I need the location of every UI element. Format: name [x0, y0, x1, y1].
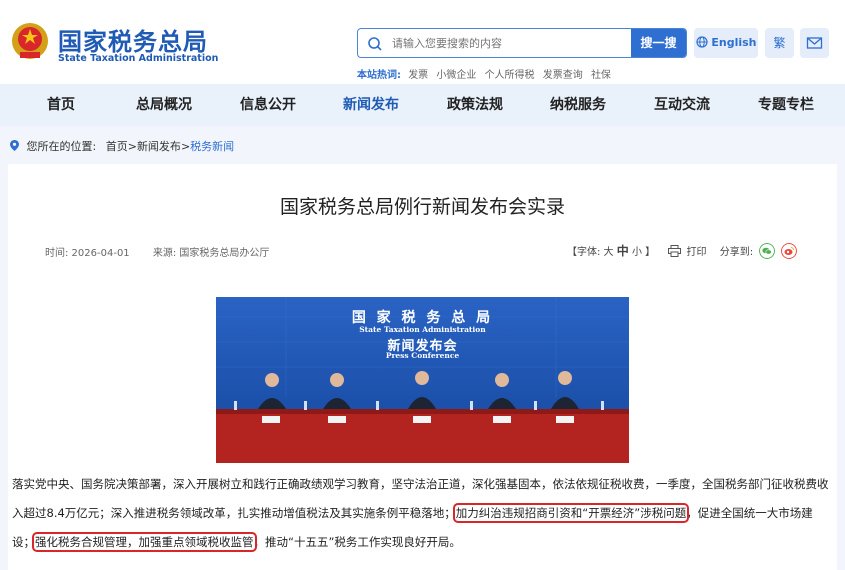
- mail-button[interactable]: [800, 28, 829, 58]
- english-label: English: [711, 36, 757, 49]
- nav-item-topics[interactable]: 专题专栏: [752, 84, 820, 126]
- hot-keyword[interactable]: 社保: [591, 70, 611, 81]
- hot-keyword[interactable]: 发票查询: [543, 70, 583, 81]
- hot-keyword[interactable]: 发票: [408, 70, 428, 81]
- breadcrumb-section[interactable]: 新闻发布: [137, 140, 181, 153]
- print-icon[interactable]: [668, 245, 682, 257]
- search-icon: [368, 37, 382, 51]
- photo-title-cn: 国 家 税 务 总 局: [351, 310, 494, 326]
- search-input[interactable]: [392, 29, 632, 57]
- nav-item-tax-service[interactable]: 纳税服务: [544, 84, 612, 126]
- font-size-label[interactable]: 【字体: 大: [567, 247, 614, 258]
- site-name-en: State Taxation Administration: [58, 53, 219, 64]
- mail-icon: [806, 37, 823, 49]
- body-text-part: ，推动“十五五”税务工作实现良好开局。: [253, 535, 461, 549]
- breadcrumb-label: 您所在的位置:: [26, 140, 97, 153]
- breadcrumb: 您所在的位置: 首页>新闻发布>税务新闻: [10, 138, 234, 154]
- search-box: 搜一搜: [357, 28, 687, 58]
- highlighted-text: 加力纠治违规招商引资和“开票经济”涉税问题: [452, 503, 690, 523]
- share-label: 分享到:: [719, 247, 754, 258]
- breadcrumb-separator: >: [127, 140, 137, 153]
- nav-item-policy[interactable]: 政策法规: [441, 84, 509, 126]
- article-title: 国家税务总局例行新闻发布会实录: [279, 196, 565, 218]
- photo-subtitle-en: Press Conference: [385, 351, 460, 360]
- nav-item-overview[interactable]: 总局概况: [130, 84, 198, 126]
- hot-keyword[interactable]: 个人所得税: [485, 70, 535, 81]
- press-conference-photo: 国 家 税 务 总 局 State Taxation Administratio…: [216, 297, 629, 463]
- traditional-chinese-button[interactable]: 繁: [765, 28, 794, 58]
- wechat-share-icon[interactable]: [759, 243, 776, 259]
- search-button[interactable]: 搜一搜: [631, 29, 686, 57]
- article-meta: 时间: 2026-04-01 来源: 国家税务总局办公厅: [45, 244, 289, 259]
- hot-keywords: 本站热词: 发票 小微企业 个人所得税 发票查询 社保: [357, 66, 616, 81]
- article-date: 时间: 2026-04-01: [45, 248, 130, 259]
- hot-keywords-label: 本站热词:: [357, 70, 401, 81]
- article-tools: 【字体: 大 中 小 】 打印 分享到:: [567, 242, 798, 259]
- english-button[interactable]: English: [694, 28, 758, 58]
- main-nav: 首页 总局概况 信息公开 新闻发布 政策法规 纳税服务 互动交流 专题专栏: [0, 84, 845, 126]
- article-source: 来源: 国家税务总局办公厅: [152, 248, 270, 259]
- breadcrumb-current[interactable]: 税务新闻: [190, 140, 234, 153]
- nav-item-public-info[interactable]: 信息公开: [234, 84, 302, 126]
- site-header: 国家税务总局 State Taxation Administration 搜一搜…: [0, 0, 845, 84]
- print-button[interactable]: 打印: [687, 247, 707, 258]
- national-emblem-icon[interactable]: [10, 19, 50, 63]
- nav-item-interaction[interactable]: 互动交流: [648, 84, 716, 126]
- globe-icon: [695, 36, 708, 48]
- photo-title-en: State Taxation Administration: [359, 325, 486, 334]
- nav-item-home[interactable]: 首页: [38, 84, 84, 126]
- breadcrumb-separator: >: [180, 140, 191, 153]
- weibo-share-icon[interactable]: [781, 243, 798, 259]
- hot-keyword[interactable]: 小微企业: [436, 70, 476, 81]
- highlighted-text: 强化税务合规管理，加强重点领域税收监管: [32, 532, 257, 552]
- font-size-medium[interactable]: 中: [617, 244, 629, 258]
- font-size-small[interactable]: 小 】: [632, 247, 655, 258]
- location-pin-icon: [10, 140, 19, 151]
- article-body: 落实党中央、国务院决策部署，深入开展树立和践行正确政绩观学习教育，坚守法治正道，…: [12, 470, 834, 557]
- nav-item-news[interactable]: 新闻发布: [337, 84, 405, 126]
- site-name-cn[interactable]: 国家税务总局: [58, 22, 208, 57]
- breadcrumb-home[interactable]: 首页: [106, 140, 128, 153]
